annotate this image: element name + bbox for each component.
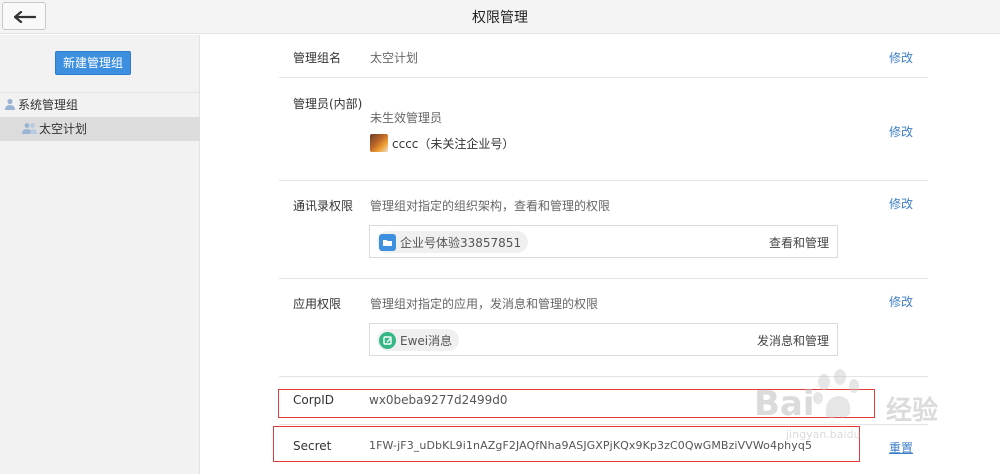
top-bar: 权限管理 [0, 0, 1000, 34]
user-icon [4, 94, 16, 118]
tree-item-label: 系统管理组 [18, 98, 79, 112]
group-name-row: 管理组名 太空计划 修改 [279, 35, 928, 78]
secret-highlight-box [273, 426, 860, 462]
app-permission-row: 应用权限 管理组对指定的应用，发消息和管理的权限 修改 Ewei消息 发消息和管… [279, 279, 928, 377]
org-chip[interactable]: 企业号体验33857851 [377, 231, 529, 253]
folder-icon [379, 233, 396, 251]
app-chip[interactable]: Ewei消息 [377, 329, 460, 351]
contacts-permission-row: 通讯录权限 管理组对指定的组织架构，查看和管理的权限 修改 企业号体验33857… [279, 181, 928, 279]
page-title: 权限管理 [472, 10, 528, 26]
app-permission-box: Ewei消息 发消息和管理 [369, 323, 838, 356]
users-icon [22, 118, 37, 142]
edit-apps-link[interactable]: 修改 [889, 293, 913, 310]
group-tree: 系统管理组 太空计划 [0, 92, 200, 141]
corpid-highlight-box [278, 389, 875, 418]
edit-group-name-link[interactable]: 修改 [889, 49, 913, 66]
message-icon [379, 331, 396, 349]
app-permission-description: 管理组对指定的应用，发消息和管理的权限 [370, 297, 599, 311]
tree-item-space-plan[interactable]: 太空计划 [0, 117, 200, 141]
tree-item-label: 太空计划 [39, 122, 88, 136]
admin-member[interactable]: cccc（未关注企业号） [370, 133, 514, 153]
contacts-permission-level: 查看和管理 [768, 236, 829, 250]
edit-admins-link[interactable]: 修改 [889, 123, 913, 140]
contacts-permission-box: 企业号体验33857851 查看和管理 [369, 225, 838, 258]
admins-row: 管理员(内部) 未生效管理员 cccc（未关注企业号） 修改 [279, 78, 928, 181]
admin-member-name: cccc（未关注企业号） [392, 136, 515, 151]
app-permission-level: 发消息和管理 [756, 334, 829, 348]
app-permission-label: 应用权限 [293, 297, 342, 311]
avatar [370, 134, 388, 152]
org-chip-label: 企业号体验33857851 [400, 235, 522, 250]
contacts-permission-label: 通讯录权限 [293, 199, 354, 213]
tree-item-system-group[interactable]: 系统管理组 [0, 93, 200, 117]
inactive-admins-label: 未生效管理员 [370, 111, 443, 125]
app-chip-label: Ewei消息 [400, 333, 453, 348]
edit-contacts-link[interactable]: 修改 [889, 195, 913, 212]
contacts-permission-description: 管理组对指定的组织架构，查看和管理的权限 [370, 199, 611, 213]
group-name-value: 太空计划 [370, 51, 419, 65]
group-name-label: 管理组名 [293, 51, 342, 65]
new-group-button[interactable]: 新建管理组 [55, 51, 131, 75]
sidebar: 新建管理组 系统管理组 太空计划 [0, 35, 200, 474]
admins-label: 管理员(内部) [293, 97, 363, 111]
reset-secret-link[interactable]: 重置 [889, 439, 913, 456]
